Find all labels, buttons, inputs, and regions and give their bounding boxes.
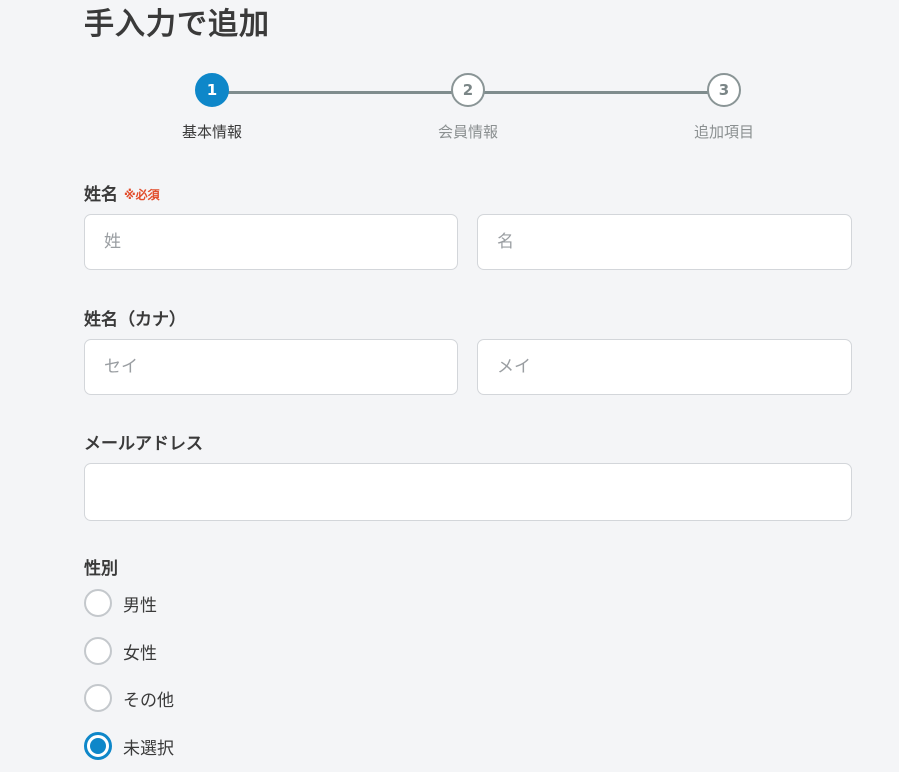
step-number: 1 [195,73,229,107]
name-label: 姓名 ※必須 [84,180,160,205]
gender-option-female[interactable]: 女性 [84,636,157,666]
page-title: 手入力で追加 [84,7,270,42]
step-number: 3 [707,73,741,107]
radio-label: 男性 [123,595,157,616]
gender-option-male[interactable]: 男性 [84,588,157,618]
email-label: メールアドレス [84,434,203,454]
radio-button[interactable] [84,684,112,712]
step-label: 会員情報 [437,123,498,141]
step-label: 追加項目 [693,123,754,141]
radio-label: 未選択 [123,738,174,759]
radio-button-checked[interactable] [84,732,112,760]
progress-stepper: 1 基本情報 2 会員情報 3 追加項目 [84,72,852,152]
last-name-input[interactable] [84,214,458,270]
first-name-input[interactable] [477,214,852,270]
step-member-info: 2 会員情報 [408,72,528,142]
gender-option-other[interactable]: その他 [84,683,174,713]
radio-label: その他 [123,690,174,711]
step-label: 基本情報 [181,123,242,141]
step-additional-items: 3 追加項目 [664,72,784,142]
kana-label: 姓名（カナ） [84,310,186,330]
radio-button[interactable] [84,589,112,617]
radio-button[interactable] [84,637,112,665]
name-label-text: 姓名 [84,185,118,205]
first-name-kana-input[interactable] [477,339,852,395]
radio-label: 女性 [123,643,157,664]
email-input[interactable] [84,463,852,521]
step-basic-info: 1 基本情報 [152,72,272,142]
required-badge: ※必須 [124,188,160,202]
gender-label: 性別 [84,559,118,579]
gender-option-unselected[interactable]: 未選択 [84,731,174,761]
step-number: 2 [451,73,485,107]
last-name-kana-input[interactable] [84,339,458,395]
